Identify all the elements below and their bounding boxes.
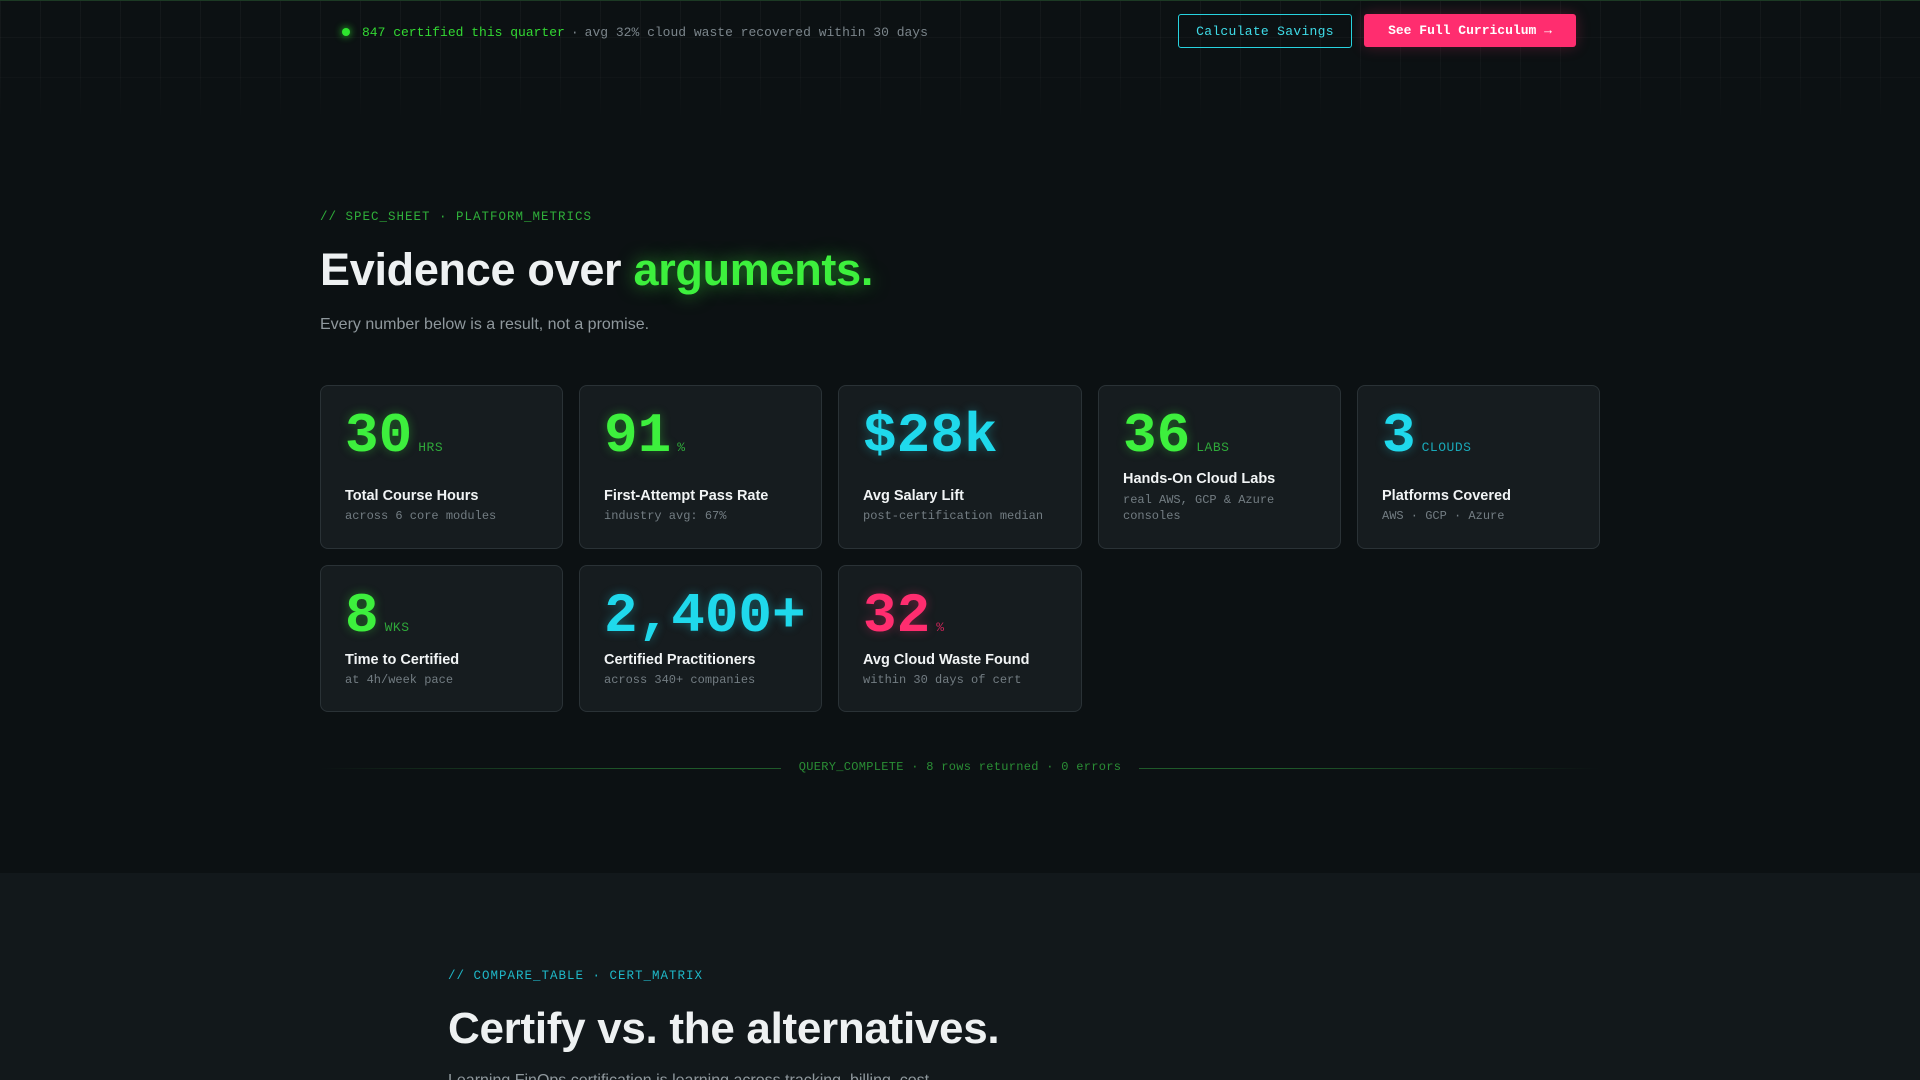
metric-description: real AWS, GCP & Azure consoles (1123, 493, 1275, 523)
metric-value: 91 (604, 404, 672, 468)
calculate-savings-button[interactable]: Calculate Savings (1178, 14, 1352, 48)
certified-count-text: 847 certified this quarter (362, 24, 565, 40)
ticker-separator: · (570, 24, 579, 40)
metric-value: 8 (345, 584, 379, 648)
metric-card-time-to-certified: 8 WKS Time to Certified at 4h/week pace (320, 565, 563, 712)
headline-lead: Evidence over (320, 244, 634, 295)
metric-label: Avg Cloud Waste Found (863, 652, 1030, 668)
metric-unit: LABS (1196, 440, 1230, 455)
section-subtitle: Every number below is a result, not a pr… (320, 316, 650, 333)
metric-value: 2,400+ (604, 584, 806, 648)
metric-description: post-certification median (863, 509, 1044, 523)
metric-description: across 340+ companies (604, 673, 756, 687)
metric-value: 36 (1123, 404, 1191, 468)
waste-recovered-text: avg 32% cloud waste recovered within 30 … (584, 24, 928, 40)
metric-description: within 30 days of cert (863, 673, 1022, 687)
metric-unit: WKS (384, 620, 410, 635)
metric-card-cloud-labs: 36 LABS Hands-On Cloud Labs real AWS, GCP… (1098, 385, 1341, 549)
metric-unit: % (936, 620, 945, 635)
metric-description: AWS · GCP · Azure (1382, 509, 1505, 523)
metric-card-platforms: 3 CLOUDS Platforms Covered AWS · GCP · Az… (1357, 385, 1600, 549)
section-eyebrow: // SPEC_SHEET · PLATFORM_METRICS (320, 210, 593, 224)
top-bar: 847 certified this quarter · avg 32% clo… (0, 0, 1920, 118)
metric-unit: % (677, 440, 686, 455)
metric-card-course-hours: 30 HRS Total Course Hours across 6 core m… (320, 385, 563, 549)
metric-description: across 6 core modules (345, 509, 497, 523)
metric-description: industry avg: 67% (604, 509, 727, 523)
metric-card-cloud-waste: 32% Avg Cloud Waste Found within 30 days… (838, 565, 1082, 712)
compare-eyebrow: // COMPARE_TABLE · CERT_MATRIX (448, 969, 704, 983)
metric-unit: HRS (418, 440, 444, 455)
metric-card-practitioners: 2,400+ Certified Practitioners across 34… (579, 565, 822, 712)
metric-card-pass-rate: 91% First-Attempt Pass Rate industry avg… (579, 385, 822, 549)
metric-value: 32 (863, 584, 931, 648)
see-full-curriculum-button[interactable]: See Full Curriculum → (1364, 14, 1576, 47)
metric-label: Avg Salary Lift (863, 488, 964, 504)
metric-label: Hands-On Cloud Labs (1123, 471, 1276, 487)
metric-unit: CLOUDS (1421, 440, 1472, 455)
compare-headline: Certify vs. the alternatives. (448, 1004, 1000, 1053)
query-status: QUERY_COMPLETE · 8 rows returned · 0 err… (0, 760, 1920, 774)
metric-value: 30 (345, 404, 413, 468)
metric-label: Total Course Hours (345, 488, 479, 504)
metric-label: Time to Certified (345, 652, 460, 668)
query-status-text: QUERY_COMPLETE · 8 rows returned · 0 err… (780, 760, 1140, 774)
status-ticker: 847 certified this quarter · avg 32% clo… (342, 23, 928, 41)
section-headline: Evidence over arguments. (320, 244, 873, 296)
metric-label: Certified Practitioners (604, 652, 756, 668)
metric-label: Platforms Covered (1382, 488, 1511, 504)
compare-subtitle: Learning FinOps certification is learnin… (448, 1072, 942, 1080)
metric-value: $28k (863, 404, 998, 468)
metric-description: at 4h/week pace (345, 673, 454, 687)
headline-accent: arguments. (633, 244, 874, 295)
metric-value: 3 (1382, 404, 1416, 468)
live-status-dot-icon (342, 28, 350, 36)
metric-card-salary-lift: $28k Avg Salary Lift post-certification … (838, 385, 1082, 549)
metric-label: First-Attempt Pass Rate (604, 488, 769, 504)
